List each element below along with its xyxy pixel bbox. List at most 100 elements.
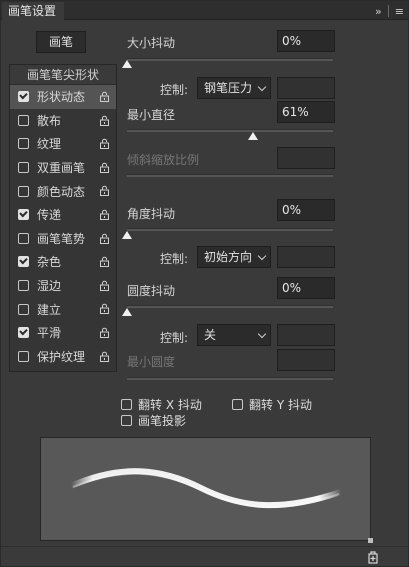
brush-options-sidebar: 画笔笔尖形状 形状动态散布纹理双重画笔颜色动态传递画笔笔势杂色湿边建立平滑保护纹… [9, 64, 117, 372]
angle-jitter-field[interactable]: 0% [277, 199, 335, 221]
sidebar-item[interactable]: 湿边 [10, 274, 116, 298]
sidebar-item[interactable]: 杂色 [10, 250, 116, 274]
preview-resize-handle[interactable] [368, 538, 373, 543]
size-control-select[interactable]: 钢笔压力 [197, 77, 271, 99]
sidebar-item-checkbox[interactable] [18, 114, 29, 126]
lock-icon[interactable] [99, 303, 110, 315]
sidebar-item-label: 杂色 [37, 255, 62, 270]
lock-icon[interactable] [99, 351, 110, 362]
sidebar-item-checkbox[interactable] [18, 256, 29, 268]
divider [387, 5, 389, 17]
sidebar-item-checkbox[interactable] [18, 350, 29, 362]
min-roundness-label: 最小圆度 [127, 355, 176, 369]
roundness-jitter-slider-thumb[interactable] [122, 308, 132, 316]
sidebar-item-checkbox[interactable] [18, 280, 29, 292]
brush-presets-button[interactable]: 画笔 [36, 31, 86, 53]
sidebar-item-checkbox[interactable] [18, 138, 29, 150]
angle-control-label: 控制: [160, 252, 189, 266]
sidebar-item-checkbox[interactable] [18, 232, 29, 244]
lock-icon[interactable] [99, 162, 110, 173]
tab-brush-settings[interactable]: 画笔设置 [2, 2, 64, 20]
lock-icon[interactable] [99, 91, 110, 102]
chevron-down-icon [257, 329, 267, 339]
angle-control-value: 初始方向 [204, 250, 253, 264]
sidebar-item[interactable]: 颜色动态 [10, 179, 116, 203]
lock-icon[interactable] [99, 138, 110, 150]
flip-x-label: 翻转 X 抖动 [138, 398, 202, 412]
sidebar-list: 形状动态散布纹理双重画笔颜色动态传递画笔笔势杂色湿边建立平滑保护纹理 [10, 85, 116, 368]
roundness-jitter-field[interactable]: 0% [277, 277, 335, 299]
sidebar-item-checkbox[interactable] [18, 91, 29, 103]
lock-icon[interactable] [99, 209, 110, 220]
sidebar-item-label: 画笔笔势 [37, 231, 86, 246]
brush-stroke-graphic [68, 468, 344, 509]
min-diameter-slider-track[interactable] [127, 129, 333, 132]
flip-x-jitter-option[interactable]: 翻转 X 抖动 [121, 396, 202, 413]
sidebar-item-label: 平滑 [37, 326, 62, 341]
chevron-down-icon [257, 82, 267, 92]
brush-settings-panel: 画笔设置 » ≡ 画笔 画笔笔尖形状 形状动态 散布 纹理 双重画笔 颜色动态 传递 画笔笔… [0, 0, 409, 567]
sidebar-item[interactable]: 散布 [10, 109, 116, 133]
brush-projection-label: 画笔投影 [138, 414, 187, 428]
sidebar-item-checkbox[interactable] [18, 209, 29, 221]
sidebar-item-checkbox[interactable] [18, 162, 29, 174]
lock-icon[interactable] [99, 327, 110, 338]
roundness-control-label: 控制: [160, 331, 189, 345]
size-control-label: 控制: [160, 83, 189, 97]
sidebar-item-label: 双重画笔 [37, 161, 86, 176]
min-diameter-field[interactable]: 61% [277, 101, 335, 123]
angle-control-extra-field [277, 246, 335, 268]
brush-projection-checkbox[interactable] [121, 415, 132, 426]
hamburger-menu-icon[interactable]: ≡ [395, 5, 404, 18]
sidebar-item-label: 颜色动态 [37, 184, 86, 199]
sidebar-item-label: 湿边 [37, 279, 62, 294]
sidebar-item-label: 保护纹理 [37, 349, 86, 364]
min-diameter-label: 最小直径 [127, 108, 176, 122]
sidebar-item-checkbox[interactable] [18, 185, 29, 197]
sidebar-item-checkbox[interactable] [18, 327, 29, 339]
tilt-scale-label: 倾斜缩放比例 [127, 153, 200, 167]
sidebar-item-label: 形状动态 [37, 90, 86, 105]
new-brush-icon[interactable] [366, 550, 380, 564]
sidebar-item[interactable]: 建立 [10, 297, 116, 321]
roundness-control-select[interactable]: 关 [197, 324, 271, 346]
double-chevron-right-icon[interactable]: » [375, 5, 382, 18]
sidebar-item-brush-tip-shape[interactable]: 画笔笔尖形状 [10, 65, 116, 85]
size-jitter-slider-track[interactable] [127, 58, 333, 61]
sidebar-item[interactable]: 传递 [10, 203, 116, 227]
min-roundness-slider-track [127, 377, 333, 380]
sidebar-item[interactable]: 形状动态 [10, 85, 116, 109]
sidebar-item[interactable]: 双重画笔 [10, 156, 116, 180]
sidebar-item-label: 建立 [37, 302, 62, 317]
lock-icon[interactable] [99, 185, 110, 197]
size-control-value: 钢笔压力 [204, 81, 253, 95]
tilt-scale-field [277, 147, 335, 169]
flip-y-checkbox[interactable] [232, 399, 243, 410]
sidebar-item[interactable]: 画笔笔势 [10, 227, 116, 251]
lock-icon[interactable] [99, 280, 110, 291]
chevron-down-icon [257, 251, 267, 261]
panel-tab-bar: 画笔设置 » ≡ [1, 1, 408, 20]
lock-icon[interactable] [99, 115, 110, 126]
roundness-control-extra-field [277, 324, 335, 346]
angle-jitter-slider-thumb[interactable] [122, 231, 132, 239]
brush-projection-option[interactable]: 画笔投影 [121, 412, 186, 429]
flip-y-jitter-option[interactable]: 翻转 Y 抖动 [232, 396, 312, 413]
sidebar-item[interactable]: 纹理 [10, 132, 116, 156]
angle-jitter-slider-track[interactable] [127, 228, 333, 231]
min-diameter-slider-thumb[interactable] [247, 132, 258, 140]
sidebar-item-checkbox[interactable] [18, 303, 29, 315]
size-control-extra-field [277, 77, 335, 99]
lock-icon[interactable] [99, 256, 110, 268]
sidebar-item[interactable]: 平滑 [10, 321, 116, 345]
lock-icon[interactable] [99, 233, 110, 244]
roundness-jitter-slider-track[interactable] [127, 305, 333, 308]
sidebar-item-label: 纹理 [37, 137, 62, 152]
angle-control-select[interactable]: 初始方向 [197, 246, 271, 268]
panel-footer [1, 546, 408, 566]
sidebar-item[interactable]: 保护纹理 [10, 345, 116, 369]
size-jitter-slider-thumb[interactable] [122, 60, 132, 68]
flip-y-label: 翻转 Y 抖动 [249, 398, 312, 412]
flip-x-checkbox[interactable] [121, 399, 132, 410]
size-jitter-field[interactable]: 0% [277, 30, 335, 52]
